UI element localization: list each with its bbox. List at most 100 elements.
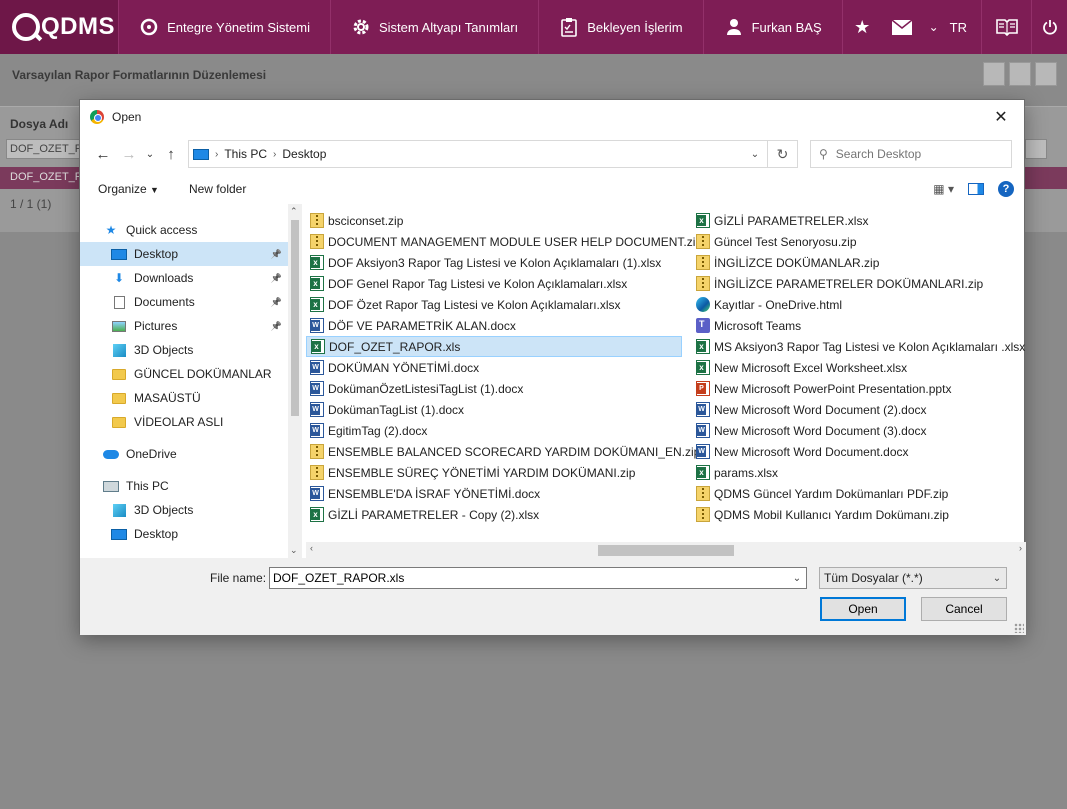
add-document-icon[interactable]	[983, 62, 1005, 86]
file-item[interactable]: DokümanTagList (1).docx	[306, 399, 686, 420]
preview-pane-icon[interactable]	[968, 183, 984, 195]
scroll-up-icon[interactable]: ⌃	[290, 206, 298, 217]
file-item[interactable]: DOF Özet Rapor Tag Listesi ve Kolon Açık…	[306, 294, 686, 315]
sidebar-item[interactable]: ★ Quick access	[80, 218, 288, 242]
forward-arrow-icon[interactable]: →	[116, 141, 142, 167]
file-item[interactable]: MS Aksiyon3 Rapor Tag Listesi ve Kolon A…	[692, 336, 1026, 357]
file-item[interactable]: DOKÜMAN YÖNETİMİ.docx	[306, 357, 686, 378]
file-item[interactable]: GİZLİ PARAMETRELER.xlsx	[692, 210, 1026, 231]
file-item[interactable]: New Microsoft PowerPoint Presentation.pp…	[692, 378, 1026, 399]
sidebar-item[interactable]: ⬇ Downloads 📌	[80, 266, 288, 290]
sidebar-item[interactable]: Desktop 📌	[80, 242, 288, 266]
sidebar-item[interactable]: GÜNCEL DOKÜMANLAR	[80, 362, 288, 386]
file-name: Kayıtlar - OneDrive.html	[714, 297, 843, 312]
file-item[interactable]: ENSEMBLE SÜREÇ YÖNETİMİ YARDIM DOKÜMANI.…	[306, 462, 686, 483]
nav-bekleyen-islerim[interactable]: Bekleyen İşlerim	[538, 0, 702, 54]
scroll-left-icon[interactable]: ‹	[310, 543, 313, 553]
dialog-body: ★ Quick access Desktop 📌 ⬇ Downloads 📌 Document…	[80, 204, 1026, 558]
sidebar-item[interactable]: Desktop	[80, 522, 288, 546]
scrollbar-thumb[interactable]	[598, 545, 734, 556]
file-name: MS Aksiyon3 Rapor Tag Listesi ve Kolon A…	[714, 339, 1026, 354]
help-book-icon[interactable]	[981, 0, 1031, 54]
file-item[interactable]: QDMS Mobil Kullanıcı Yardım Dokümanı.zip	[692, 504, 1026, 525]
document-icon[interactable]	[1009, 62, 1031, 86]
filter-dropdown[interactable]	[1025, 139, 1047, 159]
sidebar-item[interactable]: OneDrive	[80, 442, 288, 466]
breadcrumb-this-pc[interactable]: This PC	[218, 147, 273, 161]
back-arrow-icon[interactable]: ←	[90, 141, 116, 167]
pc-icon	[193, 148, 209, 160]
sidebar-scrollbar[interactable]: ⌃ ⌄	[288, 204, 302, 558]
view-options-icon[interactable]: ▦ ▾	[933, 182, 954, 196]
search-input[interactable]	[835, 147, 996, 161]
scrollbar-thumb[interactable]	[291, 220, 299, 416]
file-item[interactable]: ENSEMBLE BALANCED SCORECARD YARDIM DOKÜM…	[306, 441, 700, 462]
nav-sistem-altyapi[interactable]: Sistem Altyapı Tanımları	[329, 0, 538, 54]
file-item[interactable]: DOF_OZET_RAPOR.xls	[306, 336, 682, 357]
qdms-logo[interactable]: QDMS	[0, 0, 119, 54]
sidebar-item-label: 3D Objects	[134, 503, 194, 517]
mail-icon[interactable]	[882, 0, 922, 54]
file-item[interactable]: DOF Aksiyon3 Rapor Tag Listesi ve Kolon …	[306, 252, 686, 273]
organize-button[interactable]: Organize ▼	[98, 182, 159, 196]
pin-icon[interactable]: 📌	[271, 321, 282, 332]
pin-icon[interactable]: 📌	[271, 273, 282, 284]
file-item[interactable]: params.xlsx	[692, 462, 1026, 483]
file-item[interactable]: DOCUMENT MANAGEMENT MODULE USER HELP DOC…	[306, 231, 702, 252]
recent-locations-chevron-icon[interactable]: ⌄	[142, 141, 158, 167]
sidebar-item[interactable]: MASAÜSTÜ	[80, 386, 288, 410]
chevron-down-icon[interactable]: ⌄	[922, 0, 946, 54]
file-item[interactable]: QDMS Güncel Yardım Dokümanları PDF.zip	[692, 483, 1026, 504]
file-item[interactable]: DokümanÖzetListesiTagList (1).docx	[306, 378, 686, 399]
chevron-down-icon[interactable]: ⌄	[743, 149, 767, 160]
sidebar-item[interactable]: VİDEOLAR ASLI	[80, 410, 288, 434]
file-item[interactable]: DOF Genel Rapor Tag Listesi ve Kolon Açı…	[306, 273, 686, 294]
scroll-right-icon[interactable]: ›	[1019, 543, 1022, 553]
nav-entegre-yonetim[interactable]: Entegre Yönetim Sistemi	[118, 0, 330, 54]
file-item[interactable]: DÖF VE PARAMETRİK ALAN.docx	[306, 315, 686, 336]
close-icon[interactable]: ✕	[978, 100, 1024, 134]
delete-document-icon[interactable]	[1035, 62, 1057, 86]
file-item[interactable]: New Microsoft Word Document (2).docx	[692, 399, 1026, 420]
pin-icon[interactable]: 📌	[271, 297, 282, 308]
file-item[interactable]: New Microsoft Word Document.docx	[692, 441, 1026, 462]
file-item[interactable]: New Microsoft Word Document (3).docx	[692, 420, 1026, 441]
file-list-scrollbar[interactable]: ‹ ›	[306, 542, 1026, 558]
file-type-select[interactable]: Tüm Dosyalar (*.*) ⌄	[819, 567, 1007, 589]
scroll-down-icon[interactable]: ⌄	[290, 545, 298, 556]
language-selector[interactable]: TR	[946, 0, 981, 54]
breadcrumb-desktop[interactable]: Desktop	[276, 147, 332, 161]
resize-grip-icon[interactable]	[1014, 623, 1024, 633]
file-item[interactable]: Kayıtlar - OneDrive.html	[692, 294, 1026, 315]
file-item[interactable]: bsciconset.zip	[306, 210, 686, 231]
address-bar[interactable]: › This PC › Desktop ⌄	[188, 140, 768, 168]
file-item[interactable]: GİZLİ PARAMETRELER - Copy (2).xlsx	[306, 504, 686, 525]
new-folder-button[interactable]: New folder	[189, 182, 246, 196]
file-item[interactable]: New Microsoft Excel Worksheet.xlsx	[692, 357, 1026, 378]
nav-user[interactable]: Furkan BAŞ	[702, 0, 842, 54]
sidebar-item[interactable]: Documents 📌	[80, 290, 288, 314]
sidebar-item[interactable]: 3D Objects	[80, 498, 288, 522]
star-icon[interactable]: ★	[841, 0, 882, 54]
up-arrow-icon[interactable]: ↑	[158, 141, 184, 167]
power-icon[interactable]	[1031, 0, 1067, 54]
file-item[interactable]: İNGİLİZCE DOKÜMANLAR.zip	[692, 252, 1026, 273]
cancel-button[interactable]: Cancel	[921, 597, 1007, 621]
file-item[interactable]: Güncel Test Senoryosu.zip	[692, 231, 1026, 252]
documents-icon	[110, 295, 128, 309]
open-button[interactable]: Open	[820, 597, 906, 621]
chevron-down-icon[interactable]: ⌄	[788, 573, 806, 584]
file-item[interactable]: ENSEMBLE'DA İSRAF YÖNETİMİ.docx	[306, 483, 686, 504]
file-name-input[interactable]	[270, 571, 770, 585]
file-item[interactable]: EgitimTag (2).docx	[306, 420, 686, 441]
pin-icon[interactable]: 📌	[271, 249, 282, 260]
sidebar-item[interactable]: Pictures 📌	[80, 314, 288, 338]
file-item[interactable]: Microsoft Teams	[692, 315, 1026, 336]
sidebar-item[interactable]: This PC	[80, 474, 288, 498]
refresh-icon[interactable]: ↻	[768, 140, 798, 168]
help-icon[interactable]: ?	[998, 181, 1014, 197]
file-item[interactable]: İNGİLİZCE PARAMETRELER DOKÜMANLARI.zip	[692, 273, 1026, 294]
sidebar-item[interactable]: 3D Objects	[80, 338, 288, 362]
filter-input[interactable]: DOF_OZET_RA	[6, 139, 84, 159]
